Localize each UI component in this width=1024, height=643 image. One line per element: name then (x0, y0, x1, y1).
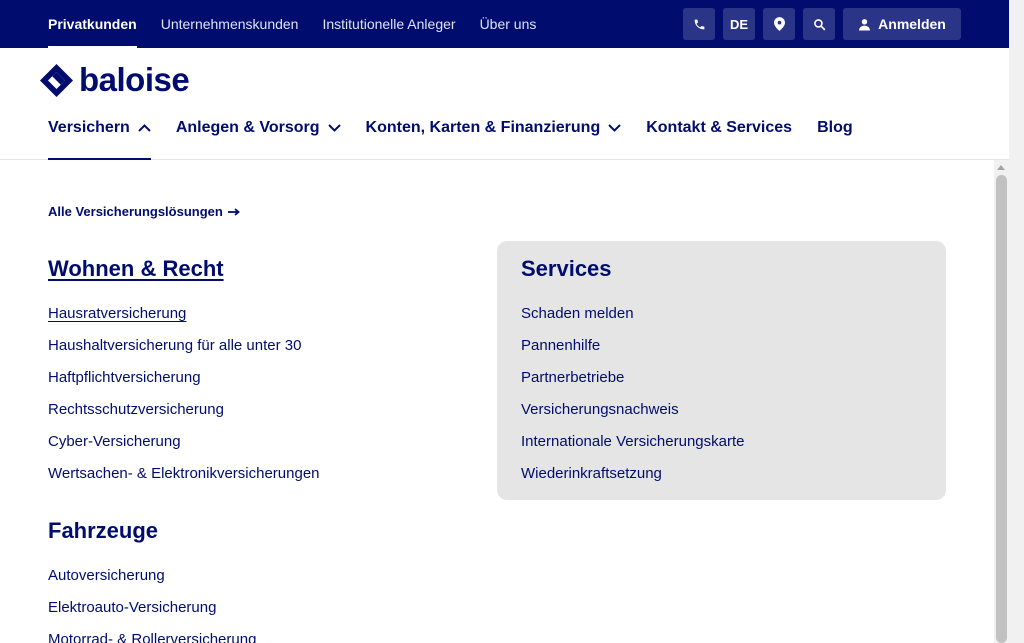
menu-link[interactable]: Hausratversicherung (48, 298, 468, 330)
all-insurance-solutions-link[interactable]: Alle Versicherungslösungen (48, 204, 240, 219)
menu-link[interactable]: Motorrad- & Rollerversicherung (48, 624, 468, 643)
top-bar: Privatkunden Unternehmenskunden Institut… (0, 0, 1009, 48)
language-button[interactable]: DE (723, 8, 755, 40)
nav-blog[interactable]: Blog (817, 104, 853, 160)
phone-icon (694, 19, 704, 29)
menu-link-label: Internationale Versicherungskarte (521, 433, 745, 450)
menu-link-label: Partnerbetriebe (521, 369, 625, 386)
menu-link[interactable]: Versicherungsnachweis (521, 394, 922, 426)
user-icon (859, 18, 871, 30)
utility-buttons: DE Anmelden (683, 8, 961, 40)
site-header: baloise Versichern Anlegen & Vorsorg Kon… (0, 48, 1009, 160)
menu-link-label: Autoversicherung (48, 567, 165, 584)
menu-link-label: Cyber-Versicherung (48, 433, 181, 450)
segment-unternehmenskunden[interactable]: Unternehmenskunden (161, 0, 299, 48)
menu-link[interactable]: Rechtsschutzversicherung (48, 394, 468, 426)
nav-kontakt-services[interactable]: Kontakt & Services (646, 104, 792, 160)
wohnen-recht-links: Hausratversicherung Haushaltversicherung… (48, 298, 468, 490)
page-scrollbar[interactable] (1009, 0, 1024, 643)
nav-label: Blog (817, 119, 853, 136)
nav-label: Kontakt & Services (646, 119, 793, 136)
login-button[interactable]: Anmelden (843, 8, 961, 40)
services-links: Schaden melden Pannenhilfe Partnerbetrie… (521, 298, 922, 490)
menu-link[interactable]: Haftpflichtversicherung (48, 362, 468, 394)
all-insurance-solutions-label: Alle Versicherungslösungen (48, 204, 223, 219)
services-panel: Services Schaden melden Pannenhilfe Part… (497, 241, 946, 500)
menu-link-label: Versicherungsnachweis (521, 401, 679, 418)
login-label: Anmelden (878, 16, 946, 32)
menu-link-label: Haushaltversicherung für alle unter 30 (48, 337, 302, 354)
menu-link[interactable]: Elektroauto-Versicherung (48, 592, 468, 624)
menu-link-label: Schaden melden (521, 305, 634, 322)
segment-institutionelle-anleger[interactable]: Institutionelle Anleger (322, 0, 455, 48)
menu-link[interactable]: Pannenhilfe (521, 330, 922, 362)
nav-label: Anlegen & Vorsorg (175, 119, 320, 136)
section-title-fahrzeuge[interactable]: Fahrzeuge (48, 516, 468, 546)
search-icon (813, 18, 825, 30)
section-title-services: Services (521, 256, 612, 281)
chevron-down-icon (327, 124, 341, 132)
menu-link[interactable]: Wertsachen- & Elektronikversicherungen (48, 458, 468, 490)
menu-link[interactable]: Wiederinkraftsetzung (521, 458, 922, 490)
segment-ueber-uns[interactable]: Über uns (480, 0, 537, 48)
main-nav: Versichern Anlegen & Vorsorg Konten, Kar… (48, 104, 853, 160)
menu-link-label: Wiederinkraftsetzung (521, 465, 662, 482)
nav-label: Versichern (48, 119, 130, 136)
scroll-up-arrow-icon[interactable] (997, 165, 1005, 170)
fahrzeuge-links: Autoversicherung Elektroauto-Versicherun… (48, 560, 468, 643)
segment-privatkunden[interactable]: Privatkunden (48, 0, 137, 48)
phone-button[interactable] (683, 8, 715, 40)
menu-link[interactable]: Partnerbetriebe (521, 362, 922, 394)
menu-link-label: Pannenhilfe (521, 337, 601, 354)
menu-link[interactable]: Haushaltversicherung für alle unter 30 (48, 330, 468, 362)
nav-anlegen-vorsorg[interactable]: Anlegen & Vorsorg (176, 104, 341, 160)
location-pin-icon (773, 17, 785, 31)
arrow-right-icon (227, 207, 240, 216)
nav-konten-karten-finanzierung[interactable]: Konten, Karten & Finanzierung (366, 104, 622, 160)
segment-nav: Privatkunden Unternehmenskunden Institut… (48, 0, 536, 48)
location-button[interactable] (763, 8, 795, 40)
chevron-up-icon (138, 124, 151, 132)
section-title-wohnen-recht[interactable]: Wohnen & Recht (48, 254, 468, 284)
search-button[interactable] (803, 8, 835, 40)
menu-left-column: Wohnen & Recht Hausratversicherung Haush… (48, 254, 468, 643)
chevron-down-icon (608, 124, 621, 132)
baloise-diamond-icon (40, 63, 73, 97)
menu-link-label: Haftpflichtversicherung (48, 369, 201, 386)
menu-link[interactable]: Internationale Versicherungskarte (521, 426, 922, 458)
menu-link-label: Elektroauto-Versicherung (48, 599, 217, 616)
menu-link-label: Wertsachen- & Elektronikversicherungen (48, 465, 320, 482)
menu-link-label: Rechtsschutzversicherung (48, 401, 224, 418)
menu-link[interactable]: Autoversicherung (48, 560, 468, 592)
menu-link-label: Motorrad- & Rollerversicherung (48, 631, 257, 643)
nav-label: Konten, Karten & Finanzierung (365, 119, 601, 136)
baloise-logo[interactable]: baloise (40, 61, 190, 98)
menu-link[interactable]: Cyber-Versicherung (48, 426, 468, 458)
menu-scrollbar-thumb[interactable] (996, 175, 1007, 643)
logo-wordmark: baloise (79, 61, 190, 98)
nav-versichern[interactable]: Versichern (48, 104, 151, 160)
menu-link[interactable]: Schaden melden (521, 298, 922, 330)
menu-link-label: Hausratversicherung (48, 305, 187, 322)
